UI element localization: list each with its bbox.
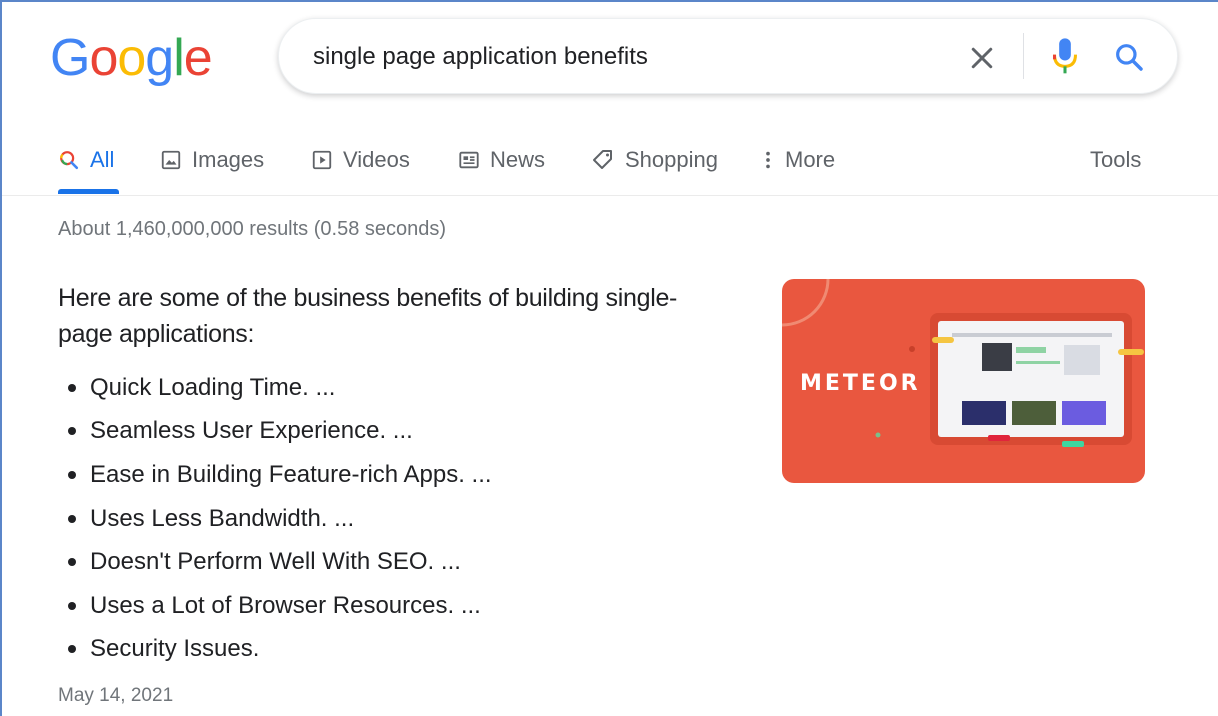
more-vert-icon xyxy=(766,151,770,169)
snippet-heading: Here are some of the business benefits o… xyxy=(58,280,758,352)
list-item: Quick Loading Time. ... xyxy=(58,366,758,410)
logo-letter: e xyxy=(183,29,213,87)
tab-label: Images xyxy=(192,147,265,172)
tab-all[interactable]: All xyxy=(58,140,114,180)
play-icon xyxy=(312,150,332,170)
clear-icon[interactable] xyxy=(967,43,997,73)
list-item: Doesn't Perform Well With SEO. ... xyxy=(58,540,758,584)
snippet-list: Quick Loading Time. ... Seamless User Ex… xyxy=(58,366,758,671)
logo-letter: G xyxy=(50,29,90,87)
search-box-separator xyxy=(1023,33,1024,79)
tab-label: All xyxy=(90,147,115,172)
tab-news[interactable]: News xyxy=(458,140,545,180)
tab-more[interactable]: More xyxy=(761,140,835,180)
tab-label: Videos xyxy=(343,147,410,172)
search-box xyxy=(278,18,1178,94)
tools-button[interactable]: Tools xyxy=(1090,140,1141,180)
google-logo[interactable]: Google xyxy=(50,28,213,88)
tab-images[interactable]: Images xyxy=(160,140,264,180)
tag-icon xyxy=(593,150,612,169)
list-item: Uses Less Bandwidth. ... xyxy=(58,497,758,541)
search-tabs: All Images Videos News Shopping More Too… xyxy=(2,130,1218,196)
logo-letter: g xyxy=(145,29,174,87)
browser-viewport: Google All xyxy=(0,0,1218,716)
active-tab-indicator xyxy=(58,189,119,194)
tab-videos[interactable]: Videos xyxy=(311,140,410,180)
logo-letter: l xyxy=(173,29,185,87)
snippet-date: May 14, 2021 xyxy=(58,685,174,706)
logo-letter: o xyxy=(117,29,146,87)
search-submit-icon[interactable] xyxy=(1113,41,1145,73)
newspaper-icon xyxy=(459,151,479,169)
result-stats: About 1,460,000,000 results (0.58 second… xyxy=(58,218,447,240)
search-input[interactable] xyxy=(313,39,933,75)
tools-label: Tools xyxy=(1090,147,1142,172)
snippet-thumbnail[interactable]: METEOR xyxy=(782,279,1145,483)
list-item: Security Issues. xyxy=(58,628,758,672)
image-icon xyxy=(161,150,181,170)
tab-label: News xyxy=(490,147,546,172)
search-icon xyxy=(60,151,79,170)
snippet-heading-line: Here are some of the business benefits o… xyxy=(58,284,678,312)
microphone-icon[interactable] xyxy=(1051,37,1079,77)
logo-letter: o xyxy=(89,29,118,87)
list-item: Ease in Building Feature-rich Apps. ... xyxy=(58,453,758,497)
list-item: Uses a Lot of Browser Resources. ... xyxy=(58,584,758,628)
thumbnail-brand-text: METEOR xyxy=(800,371,921,396)
snippet-heading-line: page applications: xyxy=(58,320,255,348)
list-item: Seamless User Experience. ... xyxy=(58,410,758,454)
tab-shopping[interactable]: Shopping xyxy=(591,140,718,180)
tab-label: Shopping xyxy=(625,147,718,172)
tab-label: More xyxy=(785,147,836,172)
